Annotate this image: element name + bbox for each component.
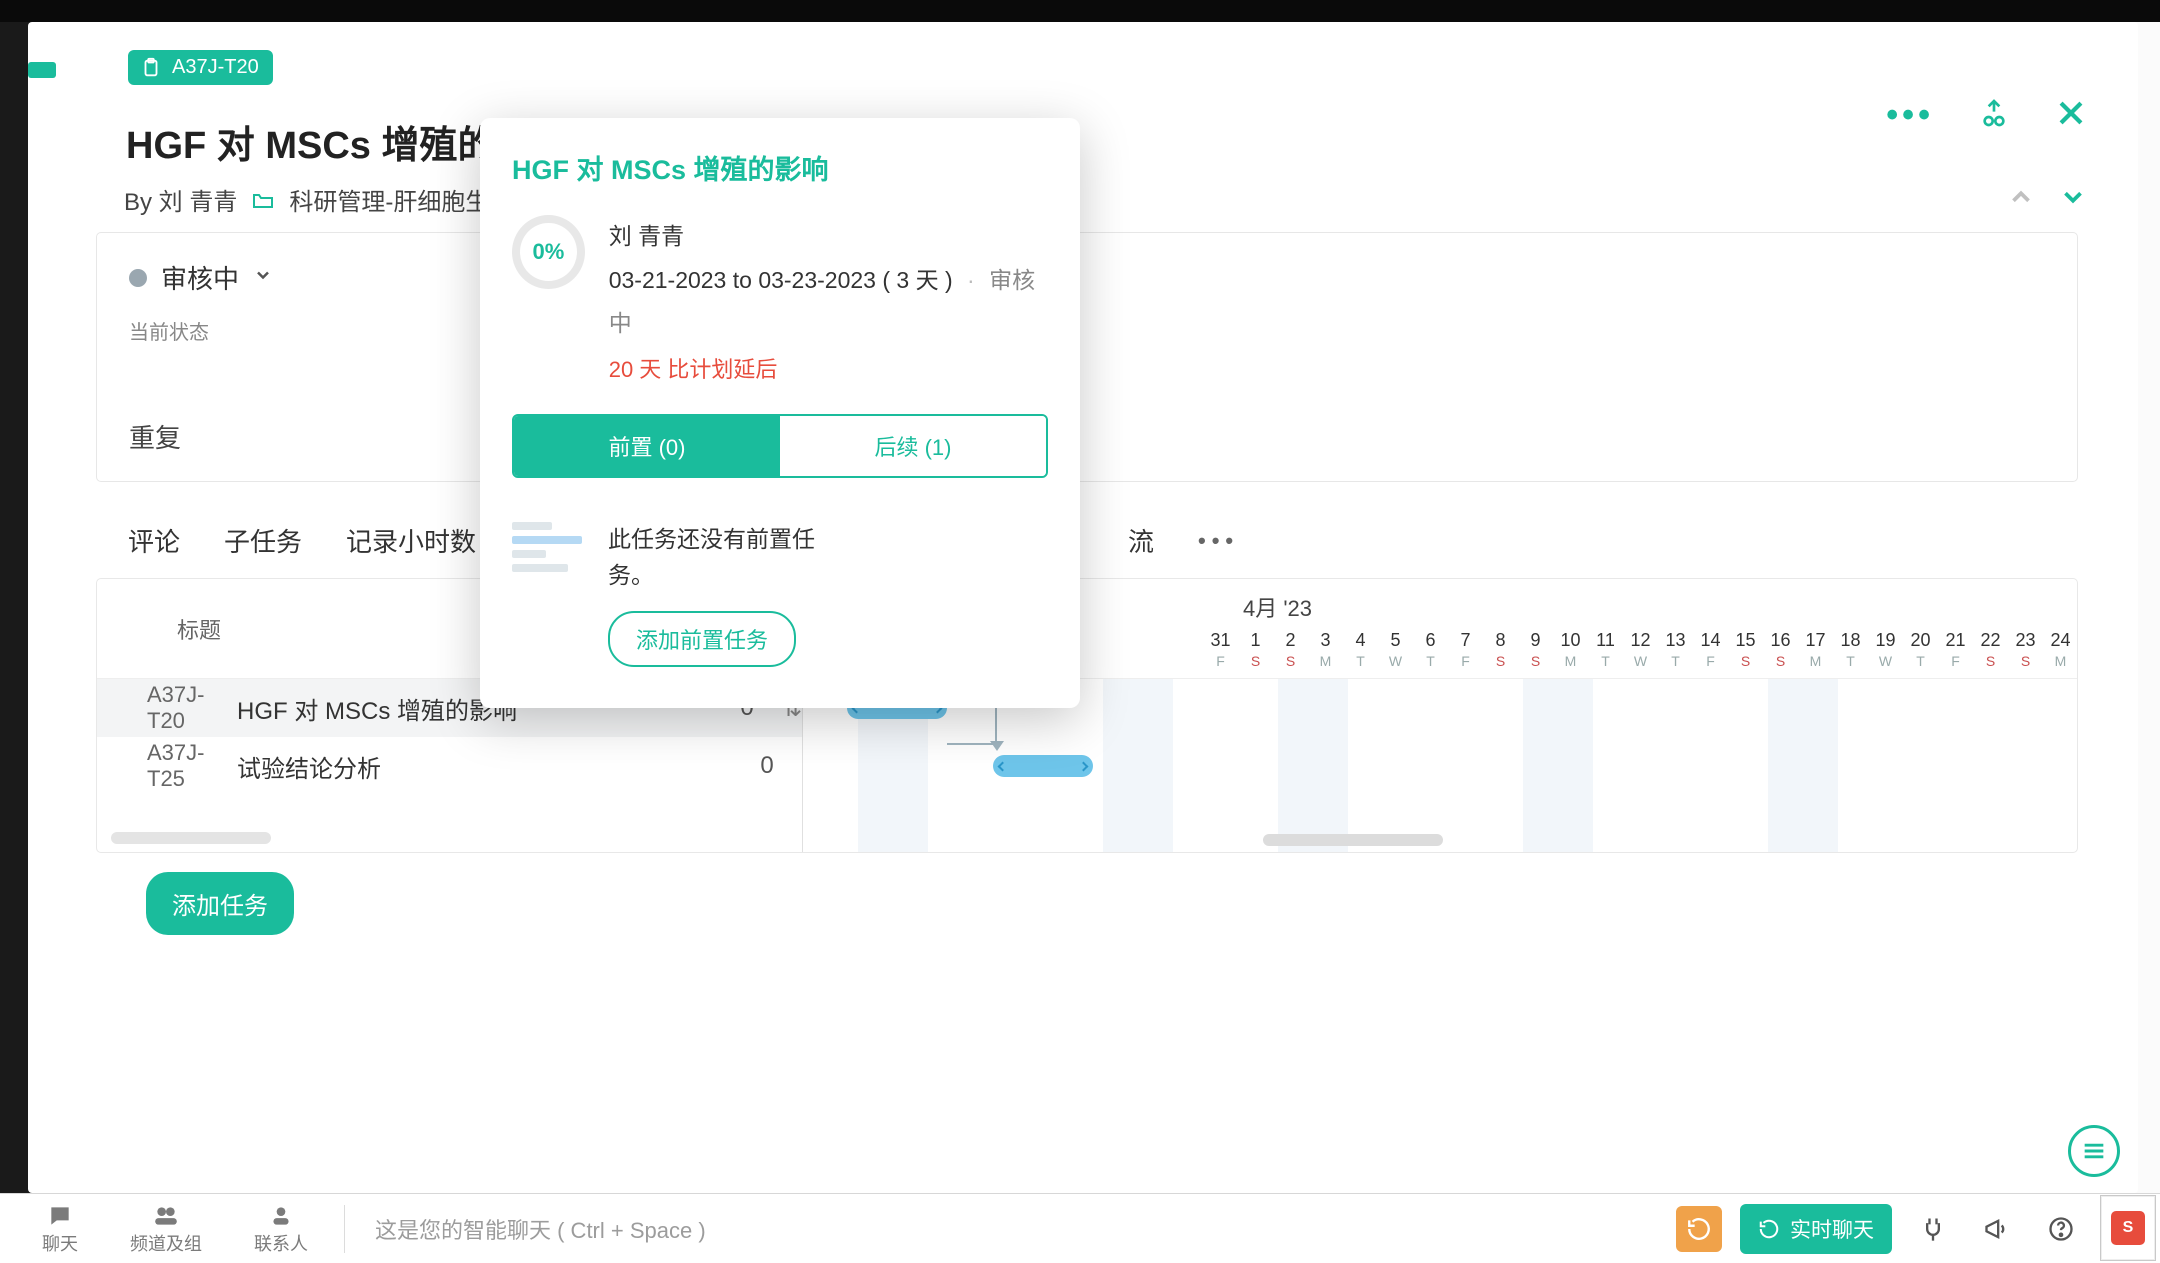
day-column: 7F	[1448, 621, 1483, 678]
megaphone-icon[interactable]	[1974, 1206, 2020, 1252]
date-text: 03-21-2023 to 03-23-2023 ( 3 天 )	[609, 267, 953, 293]
day-column: 10M	[1553, 621, 1588, 678]
bottom-bar: 聊天 频道及组 联系人 这是您的智能聊天 ( Ctrl + Space ) 实时…	[0, 1193, 2160, 1263]
bottom-tab-contacts[interactable]: 联系人	[254, 1202, 308, 1256]
panel-handle[interactable]	[28, 62, 56, 78]
row-count: 0	[732, 752, 802, 780]
bottom-tab-label: 联系人	[254, 1230, 308, 1256]
empty-state-text: 此任务还没有前置任务。	[608, 522, 838, 593]
day-column: 22S	[1973, 621, 2008, 678]
status-dropdown[interactable]: 审核中	[129, 259, 2045, 296]
month-label: 4月 '23	[1243, 591, 1312, 623]
day-column: 8S	[1483, 621, 1518, 678]
chevron-up-icon[interactable]	[2006, 182, 2036, 217]
plug-icon[interactable]	[1910, 1206, 1956, 1252]
day-column: 15S	[1728, 621, 1763, 678]
row-title: 试验结论分析	[237, 749, 732, 784]
close-icon[interactable]	[2054, 96, 2088, 135]
task-popover: HGF 对 MSCs 增殖的影响 0% 刘 青青 03-21-2023 to 0…	[480, 118, 1080, 708]
status-card: 审核中 当前状态 重复	[96, 232, 2078, 482]
horizontal-scrollbar[interactable]	[111, 832, 271, 844]
group-icon	[151, 1202, 181, 1230]
row-id: A37J-T20	[97, 682, 237, 734]
input-placeholder: 这是您的智能聊天 ( Ctrl + Space )	[375, 1213, 706, 1245]
ime-indicator[interactable]: S	[2100, 1195, 2156, 1261]
add-predecessor-button[interactable]: 添加前置任务	[608, 611, 796, 667]
day-column: 1S	[1238, 621, 1273, 678]
chevron-down-icon	[253, 265, 273, 290]
smart-chat-input[interactable]: 这是您的智能聊天 ( Ctrl + Space )	[344, 1205, 1654, 1253]
popover-assignee: 刘 青青	[609, 215, 1048, 259]
add-task-button[interactable]: 添加任务	[146, 872, 294, 935]
delay-warning: 20 天 比计划延后	[609, 352, 1048, 384]
day-column: 4T	[1343, 621, 1378, 678]
more-icon[interactable]: •••	[1886, 96, 1934, 135]
popover-dates: 03-21-2023 to 03-23-2023 ( 3 天 ) · 审核中	[609, 259, 1048, 346]
segment-predecessor[interactable]: 前置 (0)	[514, 416, 780, 476]
day-column: 23S	[2008, 621, 2043, 678]
repeat-label[interactable]: 重复	[129, 418, 181, 455]
progress-value: 0%	[532, 239, 564, 265]
segment-successor[interactable]: 后续 (1)	[780, 416, 1046, 476]
empty-state-icon	[512, 522, 582, 578]
day-column: 21F	[1938, 621, 1973, 678]
fab-menu-button[interactable]	[2068, 1125, 2120, 1177]
realtime-chat-label: 实时聊天	[1790, 1214, 1874, 1244]
task-detail-panel: A37J-T20 HGF 对 MSCs 增殖的影响 By 刘 青青 科研管理-肝…	[28, 22, 2138, 1193]
bottom-tab-chat[interactable]: 聊天	[42, 1202, 78, 1256]
help-icon[interactable]	[2038, 1206, 2084, 1252]
share-icon[interactable]	[1978, 97, 2010, 134]
day-column: 19W	[1868, 621, 1903, 678]
day-column: 5W	[1378, 621, 1413, 678]
header-actions: •••	[1886, 96, 2088, 135]
task-id-text: A37J-T20	[172, 56, 259, 79]
realtime-chat-button[interactable]: 实时聊天	[1740, 1204, 1892, 1254]
day-column: 2S	[1273, 621, 1308, 678]
author: By 刘 青青	[124, 182, 237, 217]
status-sublabel: 当前状态	[129, 316, 2045, 345]
tab-hours[interactable]: 记录小时数	[346, 522, 476, 559]
tab-subtasks[interactable]: 子任务	[224, 522, 302, 559]
tab-comments[interactable]: 评论	[128, 522, 180, 559]
popover-title: HGF 对 MSCs 增殖的影响	[512, 148, 1048, 187]
day-column: 17M	[1798, 621, 1833, 678]
day-column: 12W	[1623, 621, 1658, 678]
day-column: 3M	[1308, 621, 1343, 678]
byline: By 刘 青青 科研管理-肝细胞生长	[124, 182, 513, 217]
row-id: A37J-T25	[97, 740, 237, 792]
day-column: 14F	[1693, 621, 1728, 678]
day-column: 13T	[1658, 621, 1693, 678]
tabs-more-icon[interactable]: •••	[1198, 528, 1239, 554]
nav-arrows	[2006, 182, 2088, 217]
status-dot-icon	[129, 269, 147, 287]
day-column: 24M	[2043, 621, 2078, 678]
tab-stream[interactable]: 流	[1128, 522, 1154, 559]
folder-icon	[251, 188, 275, 212]
task-id-badge[interactable]: A37J-T20	[128, 50, 273, 85]
chat-bubble-icon	[47, 1202, 73, 1230]
gantt-panel: 标题 A37J-T20 HGF 对 MSCs 增殖的影响 0 ⇅ A37J-T2…	[96, 578, 2078, 853]
day-column: 20T	[1903, 621, 1938, 678]
clipboard-icon	[140, 57, 162, 79]
table-row[interactable]: A37J-T25 试验结论分析 0	[97, 737, 802, 795]
dependency-segment: 前置 (0) 后续 (1)	[512, 414, 1048, 478]
bottom-tab-label: 频道及组	[130, 1230, 202, 1256]
horizontal-scrollbar[interactable]	[1263, 834, 1443, 846]
day-column: 31F	[1203, 621, 1238, 678]
status-label: 审核中	[161, 259, 239, 296]
day-column: 6T	[1413, 621, 1448, 678]
gantt-bar[interactable]	[993, 755, 1093, 777]
bottom-tab-label: 聊天	[42, 1230, 78, 1256]
day-column: 9S	[1518, 621, 1553, 678]
bottom-tab-channels[interactable]: 频道及组	[130, 1202, 202, 1256]
day-column: 16S	[1763, 621, 1798, 678]
os-top-bar	[0, 0, 2160, 22]
person-icon	[268, 1202, 294, 1230]
history-button[interactable]	[1676, 1206, 1722, 1252]
detail-tabs: 评论 子任务 记录小时数 流 •••	[128, 522, 476, 559]
day-column: 18T	[1833, 621, 1868, 678]
day-column: 11T	[1588, 621, 1623, 678]
chevron-down-icon[interactable]	[2058, 182, 2088, 217]
progress-donut: 0%	[512, 215, 585, 289]
